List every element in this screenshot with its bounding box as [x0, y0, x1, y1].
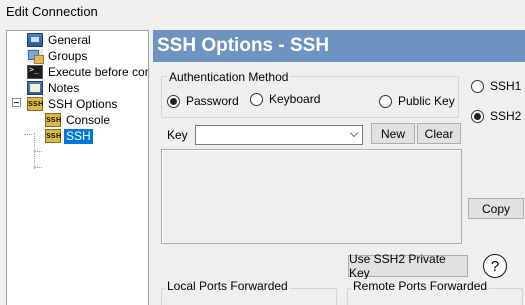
tree-item-label: General	[48, 32, 91, 47]
new-key-button[interactable]: New	[371, 123, 415, 144]
ssh-icon: SSH	[27, 97, 44, 111]
ssh2-radio[interactable]: SSH2	[471, 109, 521, 123]
key-text-area[interactable]	[161, 149, 462, 244]
tree-item-label: SSH Options	[48, 96, 118, 111]
tree-item-groups[interactable]: Groups	[27, 48, 89, 64]
panel-title: SSH Options - SSH	[153, 30, 525, 62]
copy-button[interactable]: Copy	[468, 198, 524, 219]
radio-indicator	[471, 79, 484, 93]
tree-item-label: Execute before conn	[48, 64, 149, 79]
clear-key-button[interactable]: Clear	[417, 123, 461, 144]
key-dropdown[interactable]	[195, 125, 363, 145]
public-key-radio-label: Public Key	[398, 94, 455, 108]
tree-item-label: Console	[66, 112, 111, 127]
chevron-down-icon	[350, 129, 358, 137]
radio-indicator	[250, 92, 263, 106]
settings-tree[interactable]: General Groups Execute before conn Notes…	[6, 30, 149, 305]
ssh2-radio-label: SSH2	[490, 109, 522, 123]
keyboard-radio-label: Keyboard	[269, 92, 321, 106]
tree-item-general[interactable]: General	[27, 32, 93, 48]
general-icon	[27, 33, 43, 47]
tree-item-label: SSH	[64, 128, 93, 144]
collapse-toggle[interactable]	[12, 98, 21, 107]
remote-ports-label: Remote Ports Forwarded	[351, 279, 490, 293]
keyboard-radio[interactable]: Keyboard	[250, 92, 320, 106]
tree-item-ssh-options[interactable]: SSH SSH Options	[27, 96, 119, 112]
tree-item-notes[interactable]: Notes	[27, 80, 81, 96]
tree-item-console[interactable]: SSH Console	[45, 112, 112, 128]
radio-indicator	[167, 94, 180, 108]
ssh-icon: SSH	[45, 113, 62, 127]
authentication-method-label: Authentication Method	[167, 70, 291, 84]
groups-icon	[27, 49, 44, 64]
radio-indicator	[379, 94, 392, 108]
public-key-radio[interactable]: Public Key	[379, 94, 455, 108]
terminal-icon	[27, 65, 43, 79]
ssh1-radio-label: SSH1	[490, 79, 522, 93]
notes-icon	[27, 81, 43, 95]
window-title: Edit Connection	[6, 4, 98, 19]
tree-item-ssh[interactable]: SSH SSH	[45, 128, 93, 144]
tree-item-execute-before-connect[interactable]: Execute before conn	[27, 64, 149, 80]
use-ssh2-private-key-button[interactable]: Use SSH2 Private Key	[348, 252, 468, 280]
local-ports-label: Local Ports Forwarded	[165, 279, 290, 293]
password-radio-label: Password	[186, 94, 239, 108]
ssh-icon: SSH	[45, 129, 62, 143]
settings-panel: SSH Options - SSH Authentication Method …	[153, 30, 525, 305]
edit-connection-window: Edit Connection General Groups Execute b…	[0, 0, 525, 305]
radio-indicator	[471, 109, 484, 123]
tree-item-label: Groups	[48, 48, 88, 63]
key-label: Key	[167, 128, 188, 142]
tree-item-label: Notes	[48, 80, 80, 95]
password-radio[interactable]: Password	[167, 94, 239, 108]
help-button[interactable]: ?	[483, 254, 507, 278]
ssh1-radio[interactable]: SSH1	[471, 79, 521, 93]
